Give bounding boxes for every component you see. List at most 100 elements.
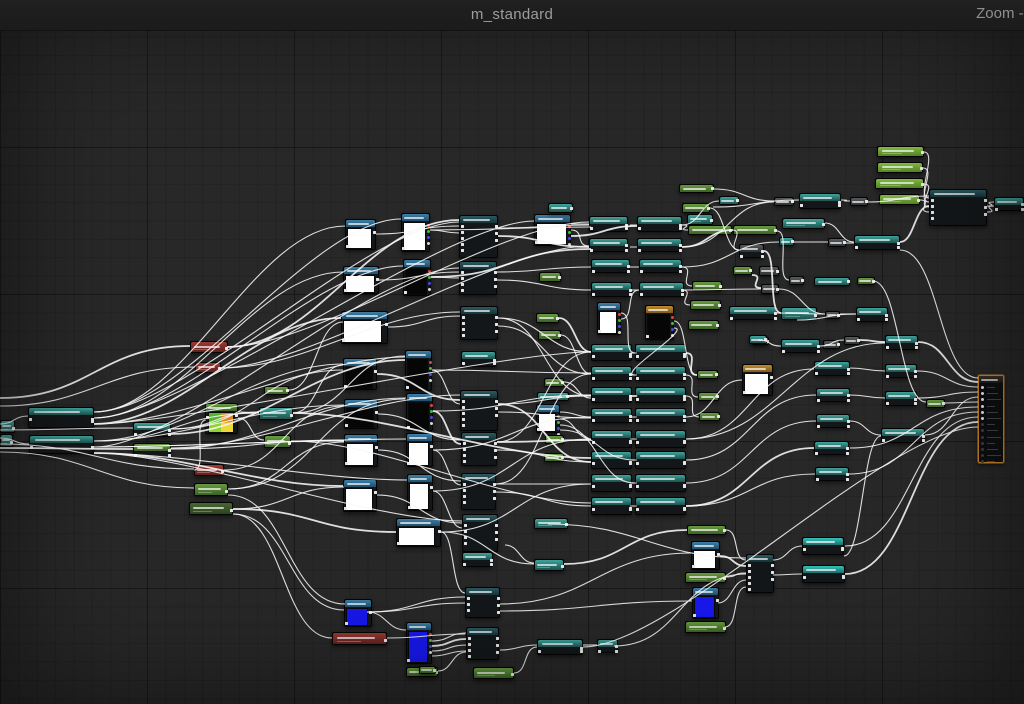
pin[interactable]: [461, 283, 464, 286]
pin[interactable]: [461, 243, 464, 246]
pin[interactable]: [847, 372, 850, 375]
pin[interactable]: [776, 270, 779, 273]
pin[interactable]: [225, 490, 228, 493]
pin[interactable]: [430, 410, 433, 413]
pin[interactable]: [776, 288, 779, 291]
pin[interactable]: [764, 338, 767, 341]
pin[interactable]: [463, 483, 466, 486]
pin[interactable]: [679, 270, 682, 273]
pin[interactable]: [897, 246, 900, 249]
pin[interactable]: [761, 250, 764, 253]
pin[interactable]: [897, 242, 900, 245]
graph-node-g[interactable]: [544, 453, 564, 462]
pin[interactable]: [598, 330, 601, 333]
pin[interactable]: [535, 241, 538, 244]
graph-node-usp[interactable]: [406, 622, 432, 664]
graph-node-t[interactable]: [885, 364, 917, 378]
graph-node-t[interactable]: [534, 518, 568, 529]
pin[interactable]: [462, 362, 465, 365]
pin[interactable]: [467, 609, 470, 612]
pin[interactable]: [397, 542, 400, 545]
pin[interactable]: [857, 318, 860, 321]
pin[interactable]: [91, 446, 94, 449]
pin[interactable]: [683, 485, 686, 488]
pin[interactable]: [915, 342, 918, 345]
graph-node-ws[interactable]: [345, 219, 376, 250]
pin[interactable]: [495, 225, 498, 228]
pin[interactable]: [629, 462, 632, 465]
pin[interactable]: [921, 151, 924, 154]
pin[interactable]: [843, 241, 846, 244]
pin[interactable]: [922, 439, 925, 442]
pin[interactable]: [496, 637, 499, 640]
pin[interactable]: [408, 506, 411, 509]
pin[interactable]: [981, 417, 984, 420]
pin[interactable]: [748, 564, 751, 567]
pin[interactable]: [981, 423, 984, 426]
graph-node-t[interactable]: [749, 335, 767, 344]
pin[interactable]: [842, 576, 845, 579]
pin[interactable]: [981, 411, 984, 414]
pin[interactable]: [984, 206, 987, 209]
graph-node-g[interactable]: [690, 300, 721, 310]
graph-node-gd[interactable]: [189, 502, 233, 515]
pin[interactable]: [495, 524, 498, 527]
pin[interactable]: [369, 611, 372, 614]
pin[interactable]: [168, 454, 171, 457]
pin[interactable]: [931, 205, 934, 208]
pin[interactable]: [629, 289, 632, 292]
graph-node-wsp[interactable]: [536, 404, 560, 433]
graph-node-g[interactable]: [539, 272, 561, 282]
pin[interactable]: [629, 485, 632, 488]
pin[interactable]: [463, 454, 466, 457]
pin[interactable]: [683, 377, 686, 380]
pin[interactable]: [981, 442, 984, 445]
pin[interactable]: [429, 633, 432, 636]
graph-node-d[interactable]: [823, 340, 840, 349]
graph-node-t[interactable]: [591, 408, 632, 423]
pin[interactable]: [463, 501, 466, 504]
pin[interactable]: [494, 271, 497, 274]
pin[interactable]: [981, 429, 984, 432]
graph-node-t[interactable]: [781, 307, 817, 320]
graph-node-ws[interactable]: [344, 434, 378, 467]
pin[interactable]: [557, 427, 560, 430]
pin[interactable]: [463, 495, 466, 498]
pin[interactable]: [743, 391, 746, 394]
pin[interactable]: [710, 219, 713, 222]
pin[interactable]: [803, 576, 806, 579]
pin[interactable]: [636, 485, 639, 488]
graph-node-t[interactable]: [591, 451, 632, 469]
pin[interactable]: [344, 507, 347, 510]
pin[interactable]: [914, 402, 917, 405]
pin[interactable]: [838, 204, 841, 207]
pin[interactable]: [496, 644, 499, 647]
pin[interactable]: [615, 650, 618, 653]
graph-node-t[interactable]: [461, 351, 496, 367]
pin[interactable]: [723, 529, 726, 532]
graph-node-gb[interactable]: [877, 146, 924, 157]
pin[interactable]: [629, 293, 632, 296]
pin[interactable]: [495, 531, 498, 534]
graph-node-t[interactable]: [259, 407, 293, 420]
pin[interactable]: [748, 588, 751, 591]
pin[interactable]: [981, 448, 984, 451]
pin[interactable]: [430, 416, 433, 419]
pin[interactable]: [638, 227, 641, 230]
pin[interactable]: [497, 604, 500, 607]
pin[interactable]: [468, 655, 471, 658]
pin[interactable]: [592, 377, 595, 380]
pin[interactable]: [984, 199, 987, 202]
graph-node-t[interactable]: [635, 430, 686, 448]
graph-node-t[interactable]: [635, 366, 686, 381]
pin[interactable]: [225, 347, 228, 350]
graph-node-t[interactable]: [816, 388, 850, 402]
graph-node-bs[interactable]: [344, 399, 378, 429]
pin[interactable]: [592, 355, 595, 358]
pin[interactable]: [490, 563, 493, 566]
graph-node-tall[interactable]: [459, 215, 498, 258]
pin[interactable]: [10, 441, 13, 444]
pin[interactable]: [837, 343, 840, 346]
pin[interactable]: [683, 373, 686, 376]
pin[interactable]: [681, 293, 684, 296]
